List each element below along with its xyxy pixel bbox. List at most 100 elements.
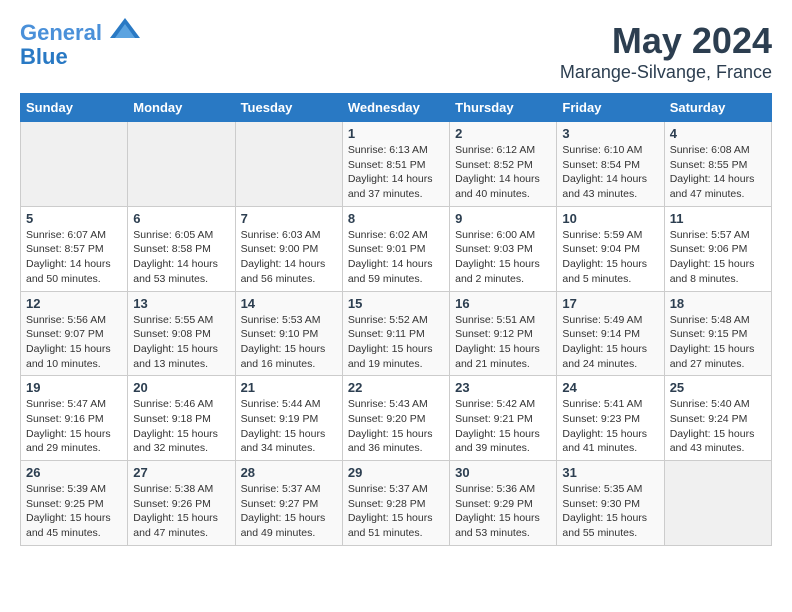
day-info: Sunrise: 6:02 AMSunset: 9:01 PMDaylight:… bbox=[348, 228, 444, 287]
calendar-cell: 4 Sunrise: 6:08 AMSunset: 8:55 PMDaylight… bbox=[664, 122, 771, 207]
logo: General Blue bbox=[20, 20, 140, 69]
day-info: Sunrise: 5:37 AMSunset: 9:27 PMDaylight:… bbox=[241, 482, 337, 541]
day-number: 7 bbox=[241, 211, 337, 226]
calendar-cell: 11 Sunrise: 5:57 AMSunset: 9:06 PMDayligh… bbox=[664, 206, 771, 291]
day-info: Sunrise: 5:49 AMSunset: 9:14 PMDaylight:… bbox=[562, 313, 658, 372]
day-number: 25 bbox=[670, 380, 766, 395]
day-info: Sunrise: 5:55 AMSunset: 9:08 PMDaylight:… bbox=[133, 313, 229, 372]
day-info: Sunrise: 6:10 AMSunset: 8:54 PMDaylight:… bbox=[562, 143, 658, 202]
day-info: Sunrise: 5:57 AMSunset: 9:06 PMDaylight:… bbox=[670, 228, 766, 287]
calendar-cell: 25 Sunrise: 5:40 AMSunset: 9:24 PMDayligh… bbox=[664, 376, 771, 461]
day-info: Sunrise: 6:07 AMSunset: 8:57 PMDaylight:… bbox=[26, 228, 122, 287]
day-number: 31 bbox=[562, 465, 658, 480]
weekday-header-saturday: Saturday bbox=[664, 94, 771, 122]
day-number: 10 bbox=[562, 211, 658, 226]
day-number: 15 bbox=[348, 296, 444, 311]
calendar-cell: 21 Sunrise: 5:44 AMSunset: 9:19 PMDayligh… bbox=[235, 376, 342, 461]
day-number: 16 bbox=[455, 296, 551, 311]
calendar-cell: 10Sunrise: 5:59 AMSunset: 9:04 PMDayligh… bbox=[557, 206, 664, 291]
calendar-cell: 29 Sunrise: 5:37 AMSunset: 9:28 PMDayligh… bbox=[342, 461, 449, 546]
calendar-cell: 22Sunrise: 5:43 AMSunset: 9:20 PMDayligh… bbox=[342, 376, 449, 461]
calendar-cell: 7Sunrise: 6:03 AMSunset: 9:00 PMDaylight… bbox=[235, 206, 342, 291]
month-title: May 2024 bbox=[560, 20, 772, 62]
calendar-cell: 2Sunrise: 6:12 AMSunset: 8:52 PMDaylight… bbox=[450, 122, 557, 207]
week-row-1: 1Sunrise: 6:13 AMSunset: 8:51 PMDaylight… bbox=[21, 122, 772, 207]
calendar-cell bbox=[128, 122, 235, 207]
day-info: Sunrise: 5:43 AMSunset: 9:20 PMDaylight:… bbox=[348, 397, 444, 456]
calendar-cell: 16 Sunrise: 5:51 AMSunset: 9:12 PMDayligh… bbox=[450, 291, 557, 376]
day-number: 8 bbox=[348, 211, 444, 226]
day-number: 29 bbox=[348, 465, 444, 480]
day-number: 19 bbox=[26, 380, 122, 395]
day-info: Sunrise: 6:08 AMSunset: 8:55 PMDaylight:… bbox=[670, 143, 766, 202]
day-number: 20 bbox=[133, 380, 229, 395]
calendar-cell: 26Sunrise: 5:39 AMSunset: 9:25 PMDayligh… bbox=[21, 461, 128, 546]
weekday-header-thursday: Thursday bbox=[450, 94, 557, 122]
calendar-cell: 13 Sunrise: 5:55 AMSunset: 9:08 PMDayligh… bbox=[128, 291, 235, 376]
day-number: 26 bbox=[26, 465, 122, 480]
title-block: May 2024 Marange-Silvange, France bbox=[560, 20, 772, 83]
week-row-5: 26Sunrise: 5:39 AMSunset: 9:25 PMDayligh… bbox=[21, 461, 772, 546]
day-info: Sunrise: 5:36 AMSunset: 9:29 PMDaylight:… bbox=[455, 482, 551, 541]
day-info: Sunrise: 5:56 AMSunset: 9:07 PMDaylight:… bbox=[26, 313, 122, 372]
calendar-cell: 19 Sunrise: 5:47 AMSunset: 9:16 PMDayligh… bbox=[21, 376, 128, 461]
day-number: 11 bbox=[670, 211, 766, 226]
logo-text: General Blue bbox=[20, 20, 140, 69]
day-info: Sunrise: 6:05 AMSunset: 8:58 PMDaylight:… bbox=[133, 228, 229, 287]
day-info: Sunrise: 5:47 AMSunset: 9:16 PMDaylight:… bbox=[26, 397, 122, 456]
calendar-table: SundayMondayTuesdayWednesdayThursdayFrid… bbox=[20, 93, 772, 546]
day-info: Sunrise: 5:48 AMSunset: 9:15 PMDaylight:… bbox=[670, 313, 766, 372]
weekday-header-sunday: Sunday bbox=[21, 94, 128, 122]
calendar-cell: 30Sunrise: 5:36 AMSunset: 9:29 PMDayligh… bbox=[450, 461, 557, 546]
day-info: Sunrise: 5:42 AMSunset: 9:21 PMDaylight:… bbox=[455, 397, 551, 456]
day-number: 9 bbox=[455, 211, 551, 226]
calendar-cell: 17 Sunrise: 5:49 AMSunset: 9:14 PMDayligh… bbox=[557, 291, 664, 376]
day-info: Sunrise: 5:38 AMSunset: 9:26 PMDaylight:… bbox=[133, 482, 229, 541]
day-number: 4 bbox=[670, 126, 766, 141]
day-info: Sunrise: 5:53 AMSunset: 9:10 PMDaylight:… bbox=[241, 313, 337, 372]
day-info: Sunrise: 5:52 AMSunset: 9:11 PMDaylight:… bbox=[348, 313, 444, 372]
calendar-cell: 15 Sunrise: 5:52 AMSunset: 9:11 PMDayligh… bbox=[342, 291, 449, 376]
weekday-header-tuesday: Tuesday bbox=[235, 94, 342, 122]
day-number: 21 bbox=[241, 380, 337, 395]
day-info: Sunrise: 5:40 AMSunset: 9:24 PMDaylight:… bbox=[670, 397, 766, 456]
calendar-cell: 14 Sunrise: 5:53 AMSunset: 9:10 PMDayligh… bbox=[235, 291, 342, 376]
day-number: 24 bbox=[562, 380, 658, 395]
day-info: Sunrise: 5:44 AMSunset: 9:19 PMDaylight:… bbox=[241, 397, 337, 456]
calendar-cell: 1Sunrise: 6:13 AMSunset: 8:51 PMDaylight… bbox=[342, 122, 449, 207]
calendar-cell: 20Sunrise: 5:46 AMSunset: 9:18 PMDayligh… bbox=[128, 376, 235, 461]
weekday-row: SundayMondayTuesdayWednesdayThursdayFrid… bbox=[21, 94, 772, 122]
calendar-cell: 23Sunrise: 5:42 AMSunset: 9:21 PMDayligh… bbox=[450, 376, 557, 461]
day-number: 5 bbox=[26, 211, 122, 226]
logo-icon bbox=[110, 16, 140, 40]
day-info: Sunrise: 5:37 AMSunset: 9:28 PMDaylight:… bbox=[348, 482, 444, 541]
day-number: 6 bbox=[133, 211, 229, 226]
day-info: Sunrise: 5:51 AMSunset: 9:12 PMDaylight:… bbox=[455, 313, 551, 372]
logo-blue: Blue bbox=[20, 44, 68, 69]
calendar-cell bbox=[235, 122, 342, 207]
week-row-2: 5 Sunrise: 6:07 AMSunset: 8:57 PMDaylight… bbox=[21, 206, 772, 291]
day-number: 14 bbox=[241, 296, 337, 311]
calendar-cell: 8 Sunrise: 6:02 AMSunset: 9:01 PMDaylight… bbox=[342, 206, 449, 291]
calendar-cell: 18 Sunrise: 5:48 AMSunset: 9:15 PMDayligh… bbox=[664, 291, 771, 376]
calendar-cell bbox=[21, 122, 128, 207]
calendar-cell: 24Sunrise: 5:41 AMSunset: 9:23 PMDayligh… bbox=[557, 376, 664, 461]
calendar-cell: 31Sunrise: 5:35 AMSunset: 9:30 PMDayligh… bbox=[557, 461, 664, 546]
weekday-header-monday: Monday bbox=[128, 94, 235, 122]
logo-general: General bbox=[20, 20, 102, 45]
calendar-cell: 12 Sunrise: 5:56 AMSunset: 9:07 PMDayligh… bbox=[21, 291, 128, 376]
week-row-3: 12 Sunrise: 5:56 AMSunset: 9:07 PMDayligh… bbox=[21, 291, 772, 376]
day-info: Sunrise: 6:00 AMSunset: 9:03 PMDaylight:… bbox=[455, 228, 551, 287]
page-header: General Blue May 2024 Marange-Silvange, … bbox=[20, 20, 772, 83]
weekday-header-friday: Friday bbox=[557, 94, 664, 122]
calendar-cell bbox=[664, 461, 771, 546]
day-number: 18 bbox=[670, 296, 766, 311]
day-number: 1 bbox=[348, 126, 444, 141]
weekday-header-wednesday: Wednesday bbox=[342, 94, 449, 122]
location-title: Marange-Silvange, France bbox=[560, 62, 772, 83]
day-number: 13 bbox=[133, 296, 229, 311]
day-number: 12 bbox=[26, 296, 122, 311]
day-number: 17 bbox=[562, 296, 658, 311]
day-number: 3 bbox=[562, 126, 658, 141]
day-number: 27 bbox=[133, 465, 229, 480]
